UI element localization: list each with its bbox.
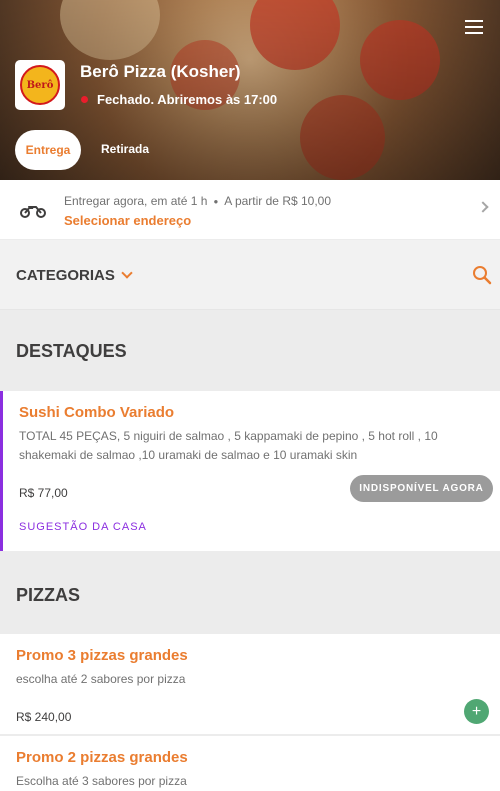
select-address-link[interactable]: Selecionar endereço	[64, 213, 191, 228]
product-name: Sushi Combo Variado	[19, 404, 175, 421]
product-price: R$ 77,00	[19, 486, 68, 500]
unavailable-badge: INDISPONÍVEL AGORA	[350, 475, 493, 502]
store-logo: Berô	[15, 60, 65, 110]
delivery-info: Entregar agora, em até 1 h ● A partir de…	[64, 194, 331, 208]
status-text: Fechado. Abriremos às 17:00	[97, 92, 278, 107]
delivery-eta: em até 1 h	[150, 194, 208, 208]
store-header-banner: Berô Berô Pizza (Kosher) Fechado. Abrire…	[0, 0, 500, 180]
product-description: Escolha até 3 sabores por pizza	[16, 774, 187, 788]
store-name: Berô Pizza (Kosher)	[80, 62, 241, 81]
store-status: Fechado. Abriremos às 17:00	[81, 92, 277, 107]
tab-retirada[interactable]: Retirada	[101, 142, 149, 156]
product-description: escolha até 2 sabores por pizza	[16, 672, 186, 686]
hamburger-menu-icon[interactable]	[465, 20, 483, 34]
product-price: R$ 240,00	[16, 710, 72, 724]
categories-dropdown[interactable]: CATEGORIAS	[16, 267, 115, 284]
product-description: TOTAL 45 PEÇAS, 5 niguiri de salmao , 5 …	[19, 429, 438, 462]
min-order: A partir de R$ 10,00	[224, 194, 332, 208]
search-icon[interactable]	[472, 265, 492, 285]
closed-status-dot-icon	[81, 96, 88, 103]
product-name: Promo 2 pizzas grandes	[16, 749, 188, 766]
add-item-button[interactable]: +	[464, 699, 489, 724]
section-title-pizzas: PIZZAS	[16, 585, 81, 605]
product-name: Promo 3 pizzas grandes	[16, 647, 188, 664]
motorcycle-icon	[20, 206, 46, 218]
tab-entrega[interactable]: Entrega	[15, 130, 81, 170]
section-title-destaques: DESTAQUES	[16, 341, 127, 361]
delivery-when: Entregar agora,	[64, 194, 148, 208]
delivery-address-selector[interactable]	[0, 180, 500, 239]
separator-dot-icon: ●	[213, 196, 219, 206]
house-suggestion-tag: SUGESTÃO DA CASA	[19, 521, 147, 533]
